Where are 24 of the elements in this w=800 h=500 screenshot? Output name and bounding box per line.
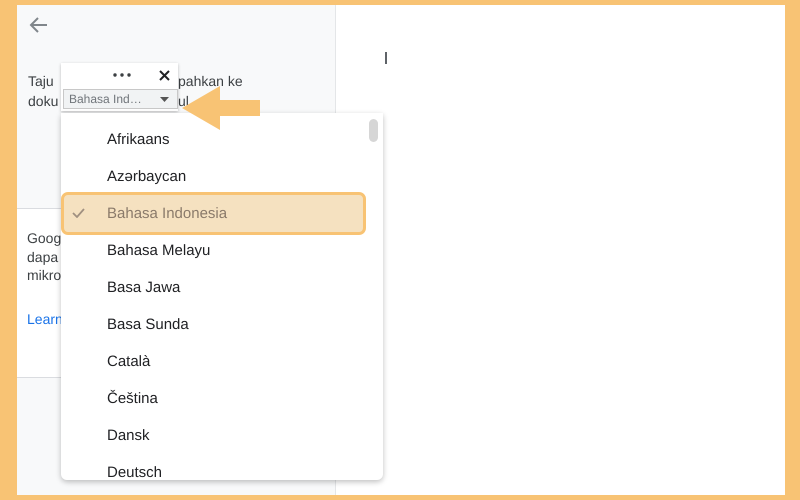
language-option[interactable]: Basa Jawa (61, 269, 366, 306)
description-text: pahkan ke (178, 73, 243, 90)
description-text: Taju (28, 73, 54, 90)
text-cursor (385, 52, 386, 64)
language-select[interactable]: Bahasa Ind… (63, 89, 178, 109)
language-option[interactable]: Afrikaans (61, 121, 366, 158)
description-text: ul (178, 93, 189, 110)
check-icon (72, 208, 85, 218)
more-options-icon[interactable] (113, 73, 131, 77)
card-text: mikro (27, 266, 62, 284)
language-option[interactable]: Català (61, 343, 366, 380)
language-option[interactable]: Azərbaycan (61, 158, 366, 195)
language-option[interactable]: Čeština (61, 380, 366, 417)
close-icon[interactable] (159, 70, 170, 80)
language-option[interactable]: Basa Sunda (61, 306, 366, 343)
scrollbar-thumb[interactable] (369, 119, 378, 142)
description-text: doku (28, 93, 58, 110)
caret-icon (160, 96, 169, 102)
card-text: dapa (27, 248, 58, 266)
language-option[interactable]: Deutsch (61, 454, 366, 480)
back-arrow-icon[interactable] (28, 16, 48, 34)
language-option[interactable]: Bahasa Melayu (61, 232, 366, 269)
card-text: Goog (27, 229, 62, 248)
language-option[interactable]: Dansk (61, 417, 366, 454)
